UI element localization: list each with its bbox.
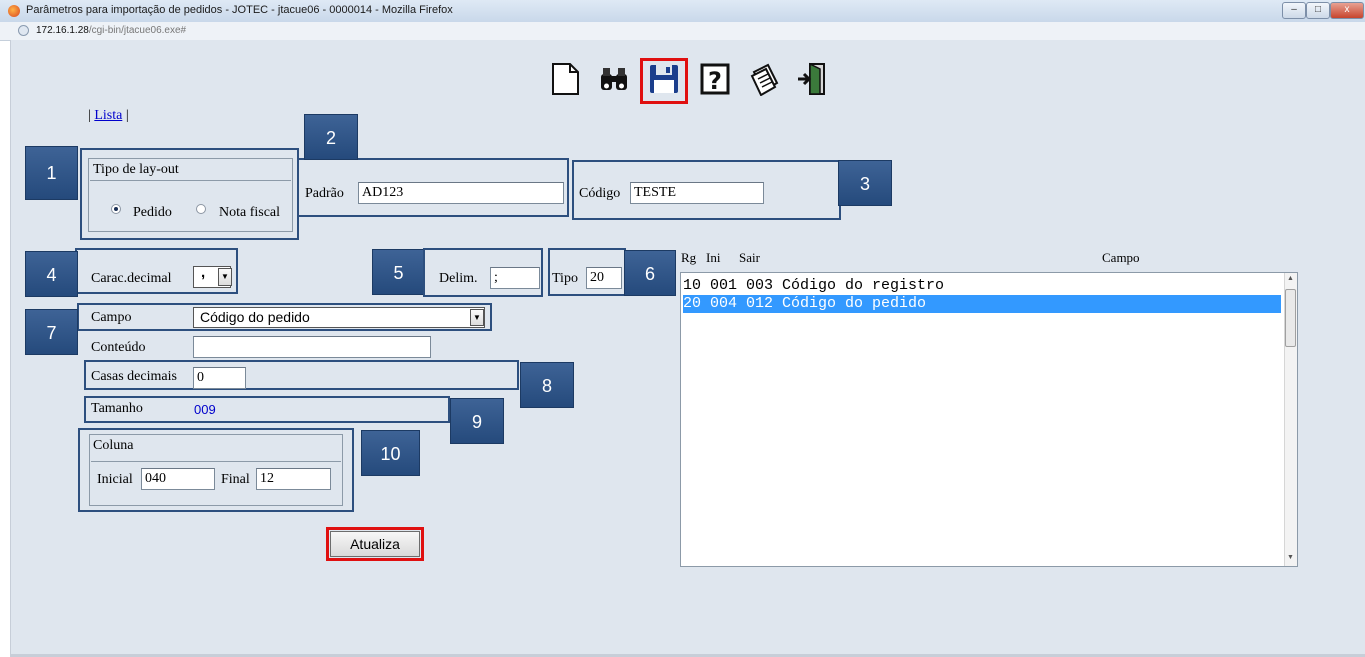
fieldset-divider	[91, 461, 341, 462]
casas-decimais-input[interactable]	[193, 367, 246, 389]
list-header-sair: Sair	[739, 250, 760, 265]
tipo-label: Tipo	[552, 271, 578, 286]
delim-input[interactable]	[490, 267, 540, 289]
callout-8: 8	[520, 362, 574, 408]
window-title: Parâmetros para importação de pedidos - …	[26, 4, 453, 16]
scroll-down-icon[interactable]: ▼	[1287, 554, 1294, 561]
url-path: /cgi-bin/jtacue06.exe#	[88, 25, 187, 36]
svg-text:?: ?	[708, 67, 722, 95]
chevron-down-icon[interactable]: ▼	[470, 309, 484, 326]
carac-decimal-label: Carac.decimal	[91, 271, 172, 286]
new-document-icon[interactable]	[550, 62, 582, 96]
coluna-final-label: Final	[221, 472, 250, 487]
callout-10: 10	[361, 430, 420, 476]
delim-label: Delim.	[439, 271, 478, 286]
fields-listbox[interactable]: 10 001 003 Código do registro 20 004 012…	[680, 272, 1298, 567]
conteudo-input[interactable]	[193, 336, 431, 358]
coluna-legend: Coluna	[93, 438, 134, 453]
coluna-inicial-input[interactable]	[141, 468, 215, 490]
help-icon[interactable]: ?	[700, 62, 732, 96]
address-bar[interactable]	[0, 22, 1365, 41]
campo-label: Campo	[91, 310, 132, 325]
padrao-input[interactable]	[358, 182, 564, 204]
tamanho-label: Tamanho	[91, 401, 143, 416]
atualiza-button[interactable]: Atualiza	[330, 531, 420, 557]
firefox-icon	[8, 5, 20, 17]
radio-nota-fiscal[interactable]	[196, 204, 206, 214]
exit-door-icon[interactable]	[796, 62, 828, 96]
scroll-up-icon[interactable]: ▲	[1287, 275, 1294, 282]
callout-9: 9	[450, 398, 504, 444]
close-button[interactable]: x	[1330, 2, 1364, 19]
lista-link[interactable]: Lista	[94, 108, 122, 123]
list-item-selected[interactable]: 20 004 012 Código do pedido	[683, 295, 1281, 313]
carac-decimal-value: ,	[201, 264, 206, 281]
callout-2: 2	[304, 114, 358, 160]
maximize-button[interactable]: □	[1306, 2, 1330, 19]
callout-3: 3	[838, 160, 892, 206]
tamanho-value: 009	[194, 402, 216, 417]
padrao-label: Padrão	[305, 186, 344, 201]
search-binoculars-icon[interactable]	[598, 62, 630, 96]
url-host: 172.16.1.28	[36, 25, 89, 36]
save-highlight-frame	[640, 58, 688, 104]
callout-1: 1	[25, 146, 78, 200]
nav-lista: | Lista |	[88, 108, 129, 124]
campo-select-value: Código do pedido	[200, 309, 310, 325]
scrollbar-thumb[interactable]	[1285, 289, 1296, 347]
chevron-down-icon[interactable]: ▼	[218, 268, 232, 286]
coluna-final-input[interactable]	[256, 468, 331, 490]
callout-6: 6	[624, 250, 676, 296]
fieldset-divider	[90, 180, 291, 181]
nav-separator: |	[125, 108, 129, 123]
radio-pedido[interactable]	[111, 204, 121, 214]
casas-decimais-label: Casas decimais	[91, 369, 177, 384]
tipo-input[interactable]	[586, 267, 622, 289]
list-header-rg: Rg	[681, 250, 697, 265]
callout-5: 5	[372, 249, 425, 295]
callout-4: 4	[25, 251, 78, 297]
notepad-icon[interactable]	[748, 62, 780, 97]
radio-pedido-label: Pedido	[133, 205, 172, 220]
radio-nota-fiscal-label: Nota fiscal	[219, 205, 281, 220]
conteudo-label: Conteúdo	[91, 340, 146, 355]
layout-type-legend: Tipo de lay-out	[93, 162, 179, 177]
minimize-button[interactable]: –	[1282, 2, 1306, 19]
nav-separator: |	[88, 108, 91, 123]
list-header-campo: Campo	[1102, 250, 1140, 265]
list-header-ini: Ini	[706, 250, 721, 265]
codigo-input[interactable]	[630, 182, 764, 204]
globe-icon	[18, 25, 29, 36]
callout-7: 7	[25, 309, 78, 355]
codigo-label: Código	[579, 186, 621, 201]
list-item[interactable]: 10 001 003 Código do registro	[683, 277, 1281, 295]
url-text[interactable]: 172.16.1.28/cgi-bin/jtacue06.exe#	[36, 25, 186, 36]
coluna-inicial-label: Inicial	[97, 472, 133, 487]
